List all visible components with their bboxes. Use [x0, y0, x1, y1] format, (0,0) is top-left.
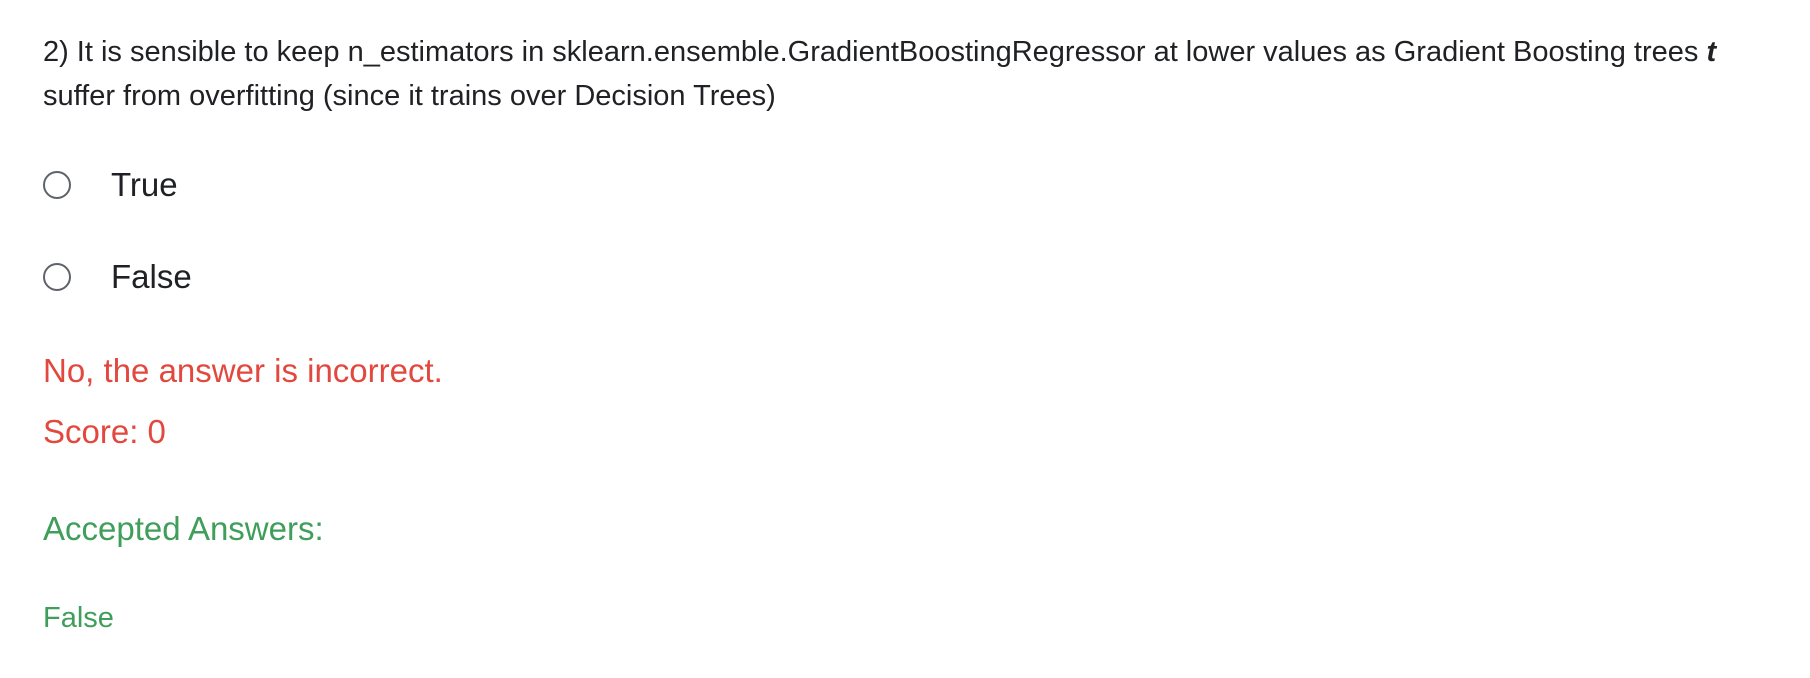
question-line-2: suffer from overfitting (since it trains… [43, 80, 776, 112]
feedback-message: No, the answer is incorrect. [43, 352, 443, 389]
radio-false[interactable] [43, 263, 71, 291]
question-overflow-mark: t [1706, 36, 1717, 68]
quiz-page: 2) It is sensible to keep n_estimators in… [0, 0, 1810, 678]
score-text: Score: 0 [43, 413, 166, 450]
option-true-label: True [111, 166, 178, 203]
accepted-answers-title: Accepted Answers: [43, 510, 324, 547]
option-false-label: False [111, 258, 192, 295]
option-false[interactable]: False [43, 257, 192, 297]
accepted-answer-value: False [43, 602, 114, 634]
question-number: 2) [43, 36, 69, 68]
radio-true[interactable] [43, 171, 71, 199]
option-true[interactable]: True [43, 165, 178, 205]
question-text: 2) It is sensible to keep n_estimators in… [43, 30, 1810, 118]
question-line-1: It is sensible to keep n_estimators in s… [76, 36, 1699, 68]
